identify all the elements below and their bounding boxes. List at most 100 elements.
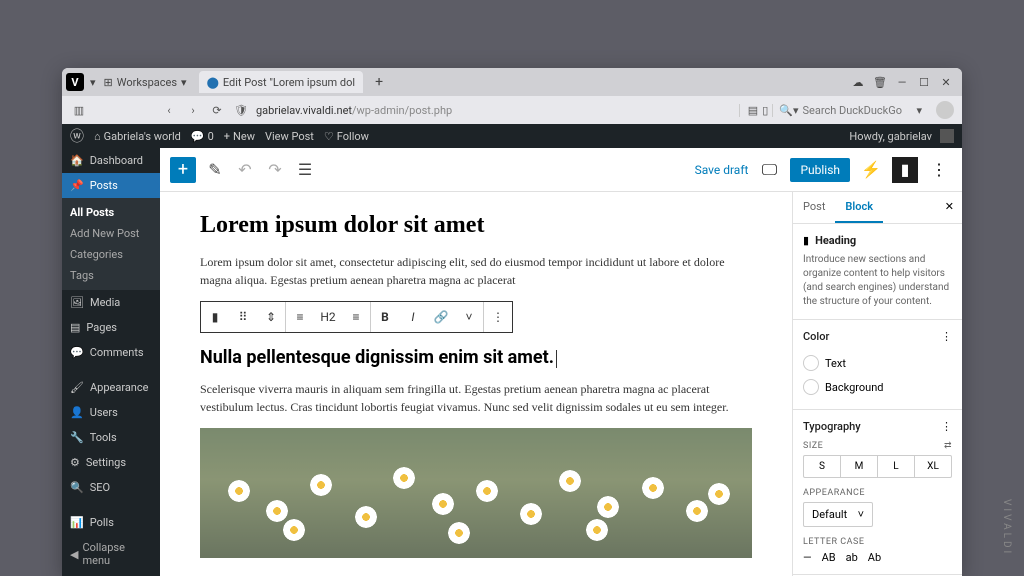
user-avatar-icon[interactable]	[940, 129, 954, 143]
profile-avatar[interactable]	[936, 101, 954, 119]
polls-icon: 📊	[70, 516, 84, 529]
move-arrows-icon[interactable]: ⇕	[257, 302, 285, 332]
minimize-button[interactable]: —	[896, 76, 908, 88]
sidebar-comments[interactable]: 💬Comments	[62, 340, 160, 365]
collapse-menu[interactable]: ◀Collapse menu	[62, 535, 160, 573]
url-field[interactable]: gabrielav.vivaldi.net/wp-admin/post.php	[256, 104, 452, 117]
save-draft-button[interactable]: Save draft	[695, 163, 749, 177]
publish-button[interactable]: Publish	[790, 158, 850, 182]
tab-post[interactable]: Post	[793, 192, 835, 223]
active-tab[interactable]: ⬤ Edit Post "Lorem ipsum dol	[199, 71, 364, 93]
bold-button[interactable]: B	[371, 302, 399, 332]
wp-sidebar: 🏠Dashboard 📌Posts All Posts Add New Post…	[62, 148, 160, 576]
reader-icon[interactable]: ▤	[748, 104, 758, 117]
sidebar-posts[interactable]: 📌Posts	[62, 173, 160, 198]
follow-link[interactable]: ♡Follow	[324, 130, 369, 143]
undo-button[interactable]: ↶	[234, 160, 256, 179]
block-type-icon[interactable]: ▮	[201, 302, 229, 332]
sidebar-media[interactable]: 🖼Media	[62, 290, 160, 315]
close-button[interactable]: ✕	[940, 76, 952, 88]
typography-more-icon[interactable]: ⋮	[941, 420, 952, 433]
preview-button[interactable]: 🖵	[756, 157, 782, 183]
color-more-icon[interactable]: ⋮	[941, 330, 952, 343]
sidebar-appearance[interactable]: 🖌Appearance	[62, 375, 160, 400]
case-capitalize[interactable]: Ab	[868, 551, 881, 564]
trash-icon[interactable]: 🗑	[874, 76, 886, 88]
maximize-button[interactable]: ☐	[918, 76, 930, 88]
sidebar-tools[interactable]: 🔧Tools	[62, 425, 160, 450]
forward-button[interactable]: ›	[184, 104, 202, 117]
size-xl[interactable]: XL	[915, 456, 951, 477]
search-chevron-icon[interactable]: ▾	[916, 104, 922, 117]
sidebar-posts-submenu: All Posts Add New Post Categories Tags	[62, 198, 160, 290]
heading-level-button[interactable]: H2	[314, 302, 342, 332]
back-button[interactable]: ‹	[160, 104, 178, 117]
panel-toggle-icon[interactable]: ▥	[70, 104, 88, 117]
size-m[interactable]: M	[841, 456, 878, 477]
editor-canvas[interactable]: Lorem ipsum dolor sit amet Lorem ipsum d…	[160, 192, 792, 576]
new-link[interactable]: +New	[224, 130, 255, 143]
appearance-select[interactable]: Default˅	[803, 502, 873, 527]
tab-block[interactable]: Block	[835, 192, 883, 223]
link-button[interactable]: 🔗	[427, 302, 455, 332]
background-color-option[interactable]: Background	[803, 375, 952, 399]
sidebar-seo[interactable]: 🔍SEO	[62, 475, 160, 500]
home-icon: ⌂	[94, 130, 101, 143]
post-title[interactable]: Lorem ipsum dolor sit amet	[200, 212, 752, 239]
sub-add-new[interactable]: Add New Post	[62, 223, 160, 244]
sidebar-polls[interactable]: 📊Polls	[62, 510, 160, 535]
case-lower[interactable]: ab	[846, 551, 858, 564]
color-section-title: Color	[803, 330, 829, 343]
redo-button[interactable]: ↷	[264, 160, 286, 179]
panel-close-button[interactable]: ✕	[937, 192, 962, 223]
outline-icon[interactable]: ☰	[294, 160, 316, 179]
image-block[interactable]	[200, 428, 752, 558]
case-none[interactable]: —	[803, 551, 812, 564]
bookmark-icon[interactable]: ▯	[762, 104, 768, 117]
sub-all-posts[interactable]: All Posts	[62, 202, 160, 223]
workspaces-button[interactable]: ⊞ Workspaces ▾	[96, 76, 195, 89]
more-format-button[interactable]: ˅	[455, 302, 483, 332]
size-s[interactable]: S	[804, 456, 841, 477]
cloud-icon[interactable]: ☁	[852, 76, 864, 88]
site-link[interactable]: ⌂Gabriela's world	[94, 130, 181, 143]
more-options-button[interactable]: ⋮	[926, 157, 952, 183]
chevron-down-icon: ▾	[181, 76, 187, 89]
wordpress-logo-icon[interactable]: ⓦ	[70, 126, 84, 146]
search-input[interactable]	[802, 104, 912, 117]
sidebar-pages[interactable]: ▤Pages	[62, 315, 160, 340]
seo-icon: 🔍	[70, 481, 84, 494]
new-tab-button[interactable]: +	[369, 74, 389, 90]
paragraph-block-2[interactable]: Scelerisque viverra mauris in aliquam se…	[200, 380, 752, 416]
jetpack-icon[interactable]: ⚡	[858, 157, 884, 183]
users-icon: 👤	[70, 406, 84, 419]
vivaldi-logo-icon[interactable]: V	[66, 73, 84, 91]
sub-categories[interactable]: Categories	[62, 244, 160, 265]
sidebar-dashboard[interactable]: 🏠Dashboard	[62, 148, 160, 173]
sidebar-settings[interactable]: ⚙Settings	[62, 450, 160, 475]
sidebar-users[interactable]: 👤Users	[62, 400, 160, 425]
heading-block[interactable]: Nulla pellentesque dignissim enim sit am…	[200, 347, 752, 368]
size-settings-icon[interactable]: ⇄	[944, 441, 952, 451]
sub-tags[interactable]: Tags	[62, 265, 160, 286]
drag-handle-icon[interactable]: ⠿	[229, 302, 257, 332]
settings-panel-toggle[interactable]: ▮	[892, 157, 918, 183]
text-color-option[interactable]: Text	[803, 351, 952, 375]
reload-button[interactable]: ⟳	[208, 104, 226, 117]
search-engine-icon[interactable]: 🔍▾	[772, 104, 798, 117]
howdy-text[interactable]: Howdy, gabrielav	[849, 130, 932, 143]
size-l[interactable]: L	[878, 456, 915, 477]
view-post-link[interactable]: View Post	[265, 130, 314, 143]
add-block-button[interactable]: +	[170, 157, 196, 183]
block-name: Heading	[815, 234, 856, 247]
shield-icon[interactable]: 🛡	[232, 104, 250, 117]
align-button[interactable]: ≡	[286, 302, 314, 332]
edit-mode-icon[interactable]: ✎	[204, 160, 226, 179]
text-align-button[interactable]: ≡	[342, 302, 370, 332]
italic-button[interactable]: I	[399, 302, 427, 332]
comments-link[interactable]: 💬0	[191, 130, 214, 143]
block-more-button[interactable]: ⋮	[484, 302, 512, 332]
paragraph-block-1[interactable]: Lorem ipsum dolor sit amet, consectetur …	[200, 253, 752, 289]
case-upper[interactable]: AB	[822, 551, 836, 564]
plus-icon: +	[224, 130, 230, 143]
